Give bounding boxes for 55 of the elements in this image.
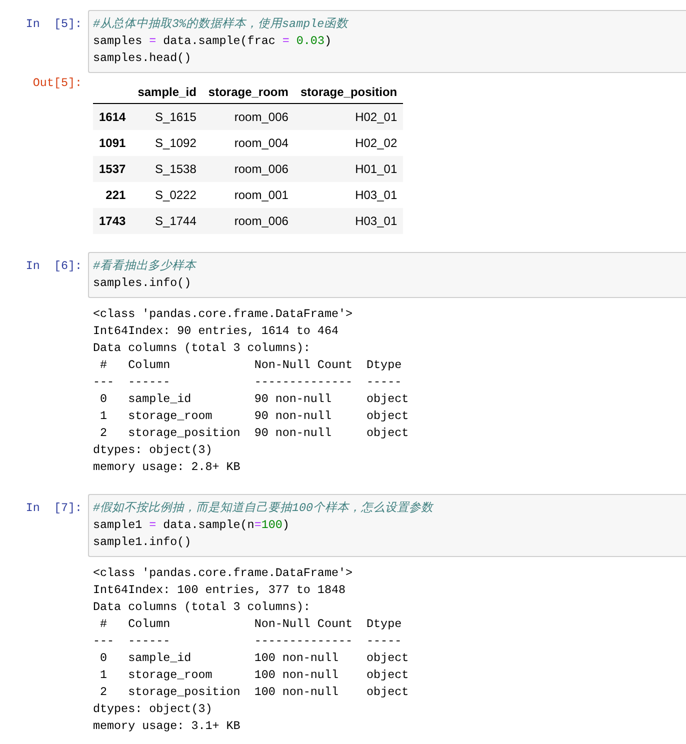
input-prompt: In [7]: bbox=[24, 500, 83, 517]
row-index: 221 bbox=[93, 182, 132, 208]
code-editor[interactable]: #从总体中抽取3%的数据样本，使用sample函数 samples = data.sample(frac = 0.03) samples.head() bbox=[88, 10, 686, 73]
output-line: 2 storage_position 90 non-null object bbox=[99, 425, 410, 442]
output-line: Int64Index: 100 entries, 377 to 1848 bbox=[93, 582, 346, 599]
code-line: sample1 = data.sample(n=100) bbox=[93, 517, 290, 534]
output-line: 1 storage_room 90 non-null object bbox=[99, 408, 410, 425]
table-cell: S_1538 bbox=[132, 156, 202, 182]
output-line: --- ------ -------------- ----- bbox=[93, 374, 403, 391]
row-index: 1537 bbox=[93, 156, 132, 182]
table-cell: room_006 bbox=[202, 156, 294, 182]
output-line: # Column Non-Null Count Dtype bbox=[99, 357, 403, 374]
table-cell: H03_01 bbox=[294, 182, 404, 208]
table-cell: S_0222 bbox=[132, 182, 202, 208]
row-index: 1091 bbox=[93, 130, 132, 156]
table-cell: room_004 bbox=[202, 130, 294, 156]
code-line: samples.head() bbox=[93, 50, 192, 67]
row-index: 1743 bbox=[93, 208, 132, 234]
output-line: <class 'pandas.core.frame.DataFrame'> bbox=[93, 306, 354, 323]
output-prompt: Out[5]: bbox=[32, 75, 83, 92]
code-line: #从总体中抽取3%的数据样本，使用sample函数 bbox=[93, 16, 350, 33]
output-line: 2 storage_position 100 non-null object bbox=[99, 684, 410, 701]
table-cell: H03_01 bbox=[294, 208, 404, 234]
output-line: # Column Non-Null Count Dtype bbox=[99, 616, 403, 633]
code-editor[interactable]: #看看抽出多少样本 samples.info() bbox=[88, 252, 686, 298]
table-cell: S_1615 bbox=[132, 104, 202, 130]
output-line: <class 'pandas.core.frame.DataFrame'> bbox=[93, 565, 354, 582]
table-cell: room_006 bbox=[202, 208, 294, 234]
row-index: 1614 bbox=[93, 104, 132, 130]
output-line: Data columns (total 3 columns): bbox=[93, 340, 312, 357]
code-line: sample1.info() bbox=[93, 534, 192, 551]
code-line: samples.info() bbox=[93, 275, 192, 292]
table-cell: H02_01 bbox=[294, 104, 404, 130]
output-line: 1 storage_room 100 non-null object bbox=[99, 667, 410, 684]
code-editor[interactable]: #假如不按比例抽，而是知道自己要抽100个样本，怎么设置参数 sample1 = data.sample(n=100) sample1.info() bbox=[88, 494, 686, 557]
input-prompt: In [6]: bbox=[24, 258, 83, 275]
table-cell: S_1744 bbox=[132, 208, 202, 234]
table-cell: H01_01 bbox=[294, 156, 404, 182]
output-line: dtypes: object(3) bbox=[93, 442, 214, 459]
output-line: dtypes: object(3) bbox=[93, 701, 214, 718]
output-line: --- ------ -------------- ----- bbox=[93, 633, 403, 650]
table-cell: room_001 bbox=[202, 182, 294, 208]
output-line: Data columns (total 3 columns): bbox=[93, 599, 312, 616]
code-line: #假如不按比例抽，而是知道自己要抽100个样本，怎么设置参数 bbox=[93, 500, 435, 517]
input-prompt: In [5]: bbox=[24, 16, 83, 33]
code-line: #看看抽出多少样本 bbox=[93, 258, 198, 275]
output-line: Int64Index: 90 entries, 1614 to 464 bbox=[93, 323, 340, 340]
output-line: 0 sample_id 100 non-null object bbox=[99, 650, 410, 667]
output-line: memory usage: 3.1+ KB bbox=[93, 718, 242, 735]
output-line: 0 sample_id 90 non-null object bbox=[99, 391, 410, 408]
table-cell: S_1092 bbox=[132, 130, 202, 156]
table-cell: H02_02 bbox=[294, 130, 404, 156]
output-line: memory usage: 2.8+ KB bbox=[93, 459, 242, 476]
code-line: samples = data.sample(frac = 0.03) bbox=[93, 33, 332, 50]
table-cell: room_006 bbox=[202, 104, 294, 130]
